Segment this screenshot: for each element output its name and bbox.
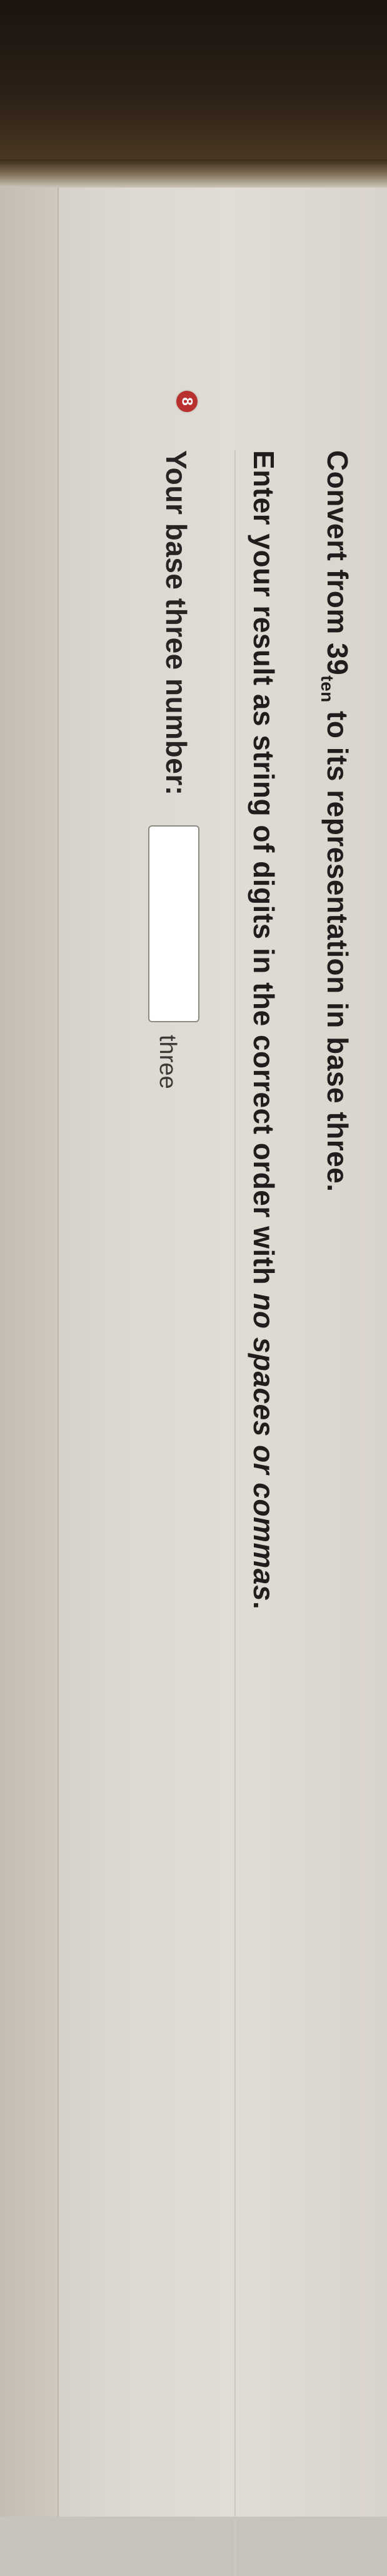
number-subscript: ten xyxy=(318,675,337,703)
question-sidebar xyxy=(0,188,59,2517)
prompt-text-before: Convert from xyxy=(321,450,354,643)
question-number-badge[interactable]: 8 xyxy=(176,391,198,412)
monitor-bezel-edge xyxy=(0,159,387,189)
question-number: 8 xyxy=(178,397,196,406)
question-prompt: Convert from 39ten to its representation… xyxy=(317,450,354,1192)
instruction-emphasis: no spaces or commas xyxy=(248,1293,280,1602)
prompt-text-after: to its representation in base three. xyxy=(321,702,354,1192)
number-value: 39 xyxy=(321,643,354,676)
instruction-text-before: Enter your result as string of digits in… xyxy=(248,450,280,1294)
instruction-text-after: . xyxy=(248,1601,280,1610)
question-panel: Convert from 39ten to its representation… xyxy=(87,450,387,2451)
answer-unit-label: three xyxy=(154,1035,181,1089)
monitor-bezel xyxy=(0,0,387,169)
question-instruction: Enter your result as string of digits in… xyxy=(247,450,281,1609)
answer-input[interactable] xyxy=(148,825,199,1022)
answer-label: Your base three number: xyxy=(160,450,193,796)
